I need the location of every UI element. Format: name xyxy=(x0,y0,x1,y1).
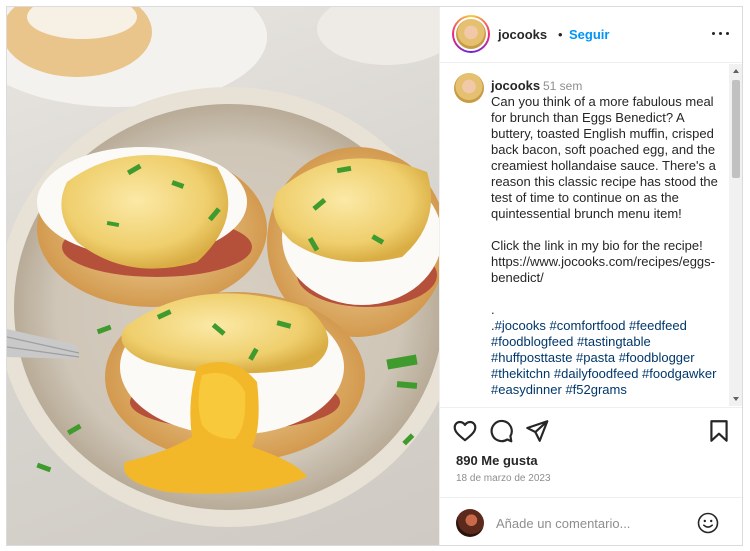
author-username[interactable]: jocooks xyxy=(498,27,547,42)
author-avatar[interactable] xyxy=(452,15,490,53)
share-icon[interactable] xyxy=(524,418,550,444)
post-date[interactable]: 18 de marzo de 2023 xyxy=(456,473,551,484)
add-comment-bar xyxy=(440,497,742,545)
post-side-panel: jocooks • Seguir jocooks 51 sem Can you … xyxy=(439,7,742,545)
add-comment-input[interactable] xyxy=(496,514,686,532)
scrollbar-thumb[interactable] xyxy=(732,80,740,178)
eggs-benedict-illustration xyxy=(7,7,439,527)
caption-text: Can you think of a more fabulous meal fo… xyxy=(491,94,718,333)
heart-icon[interactable] xyxy=(452,418,478,444)
comment-icon[interactable] xyxy=(488,418,514,444)
emoji-icon[interactable] xyxy=(696,511,720,535)
caption-timestamp[interactable]: 51 sem xyxy=(543,79,582,93)
more-options-icon[interactable] xyxy=(710,23,732,45)
caption-author-avatar[interactable] xyxy=(454,73,484,103)
separator-dot: • xyxy=(558,27,563,42)
scroll-up-arrow-icon[interactable] xyxy=(733,69,739,73)
caption-author-username[interactable]: jocooks xyxy=(491,78,540,93)
post-header: jocooks • Seguir xyxy=(440,7,742,63)
caption-body: Can you think of a more fabulous meal fo… xyxy=(491,94,721,398)
bookmark-icon[interactable] xyxy=(706,418,732,444)
follow-button[interactable]: Seguir xyxy=(569,27,609,42)
comments-scrollbar[interactable] xyxy=(729,64,742,406)
post-image[interactable] xyxy=(7,7,439,545)
comments-section: jocooks 51 sem Can you think of a more f… xyxy=(440,64,742,406)
caption-hashtags[interactable]: #jocooks #comfortfood #feedfeed #foodblo… xyxy=(491,318,720,397)
likes-count[interactable]: 890 Me gusta xyxy=(456,453,538,468)
scroll-down-arrow-icon[interactable] xyxy=(733,397,739,401)
post-actions: 890 Me gusta 18 de marzo de 2023 xyxy=(440,407,742,497)
current-user-avatar xyxy=(456,509,484,537)
post-dialog: jocooks • Seguir jocooks 51 sem Can you … xyxy=(6,6,743,546)
